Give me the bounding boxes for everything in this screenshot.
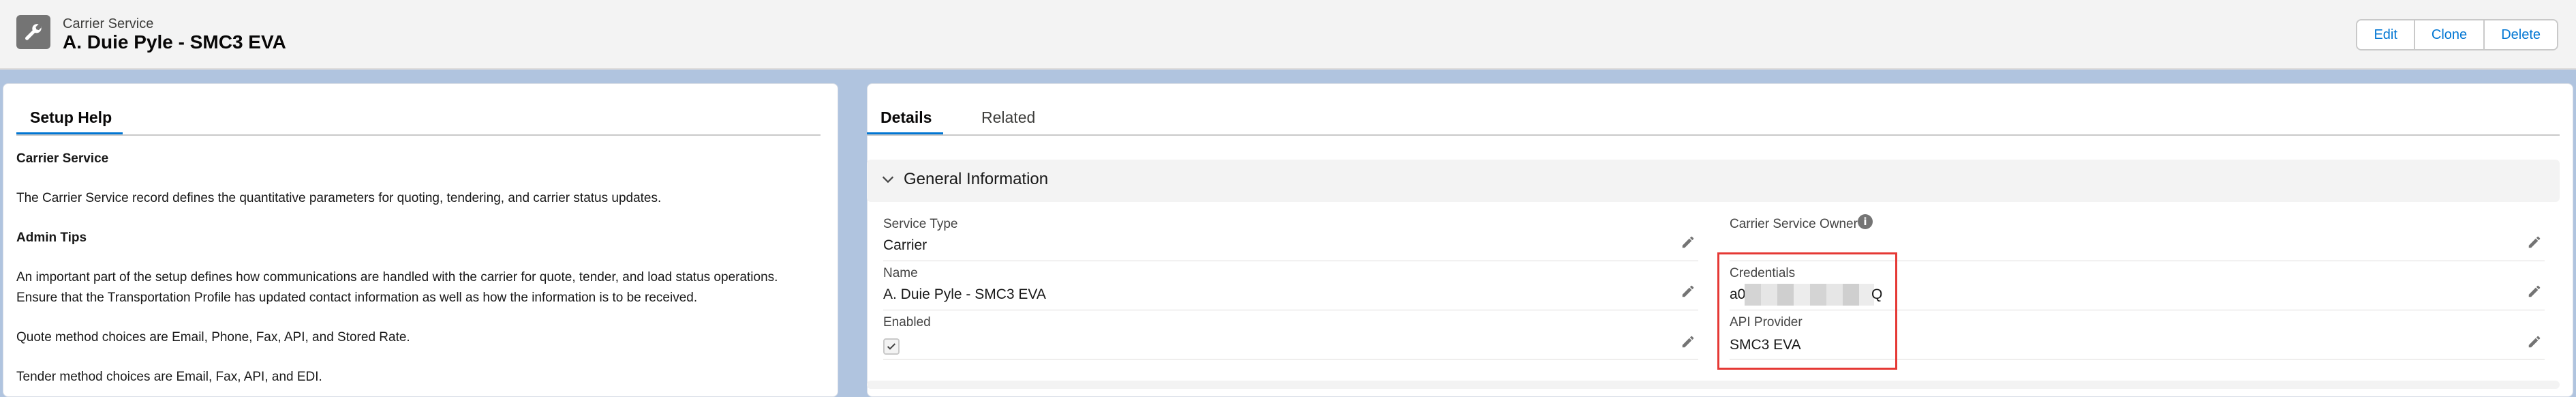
tender-methods-text: Tender method choices are Email, Fax, AP… <box>16 370 322 384</box>
admin-tips-line-2: Ensure that the Transportation Profile h… <box>16 291 698 305</box>
check-icon <box>887 343 896 350</box>
admin-tips-line-1: An important part of the setup defines h… <box>16 270 778 284</box>
help-description: The Carrier Service record defines the q… <box>16 191 662 205</box>
pencil-icon[interactable] <box>2527 235 2542 250</box>
tab-details[interactable]: Details <box>880 104 932 131</box>
tab-related[interactable]: Related <box>981 104 1035 131</box>
name-label: Name <box>883 266 918 280</box>
action-button-group: Edit Clone Delete <box>2356 19 2558 50</box>
service-type-label: Service Type <box>883 217 958 231</box>
delete-button[interactable]: Delete <box>2483 20 2557 49</box>
enabled-checkbox <box>883 338 900 355</box>
service-type-value: Carrier <box>883 237 927 253</box>
object-type-label: Carrier Service <box>63 16 154 31</box>
tab-divider <box>867 134 2560 136</box>
chevron-down-icon <box>880 172 895 190</box>
pencil-icon[interactable] <box>2527 334 2542 349</box>
setup-help-card <box>3 83 838 397</box>
pencil-icon[interactable] <box>1681 235 1696 250</box>
highlight-annotation <box>1717 252 1897 370</box>
section-general-information[interactable]: General Information <box>867 160 2560 202</box>
pencil-icon[interactable] <box>1681 334 1696 349</box>
admin-tips-heading: Admin Tips <box>16 231 87 245</box>
record-header: Carrier Service A. Duie Pyle - SMC3 EVA … <box>0 0 2576 70</box>
record-title: A. Duie Pyle - SMC3 EVA <box>63 31 286 53</box>
clone-button[interactable]: Clone <box>2413 20 2484 49</box>
info-icon[interactable]: i <box>1858 214 1873 229</box>
quote-methods-text: Quote method choices are Email, Phone, F… <box>16 330 410 344</box>
pencil-icon[interactable] <box>1681 284 1696 299</box>
tab-setup-help[interactable]: Setup Help <box>30 104 112 131</box>
tab-divider <box>16 134 821 136</box>
enabled-label: Enabled <box>883 315 931 329</box>
wrench-icon <box>16 15 50 49</box>
edit-button[interactable]: Edit <box>2357 20 2414 49</box>
owner-label: Carrier Service Owner <box>1730 217 1858 231</box>
section-title: General Information <box>904 170 1049 188</box>
help-heading: Carrier Service <box>16 151 109 166</box>
pencil-icon[interactable] <box>2527 284 2542 299</box>
name-value: A. Duie Pyle - SMC3 EVA <box>883 286 1046 302</box>
next-section-bar <box>867 381 2560 389</box>
